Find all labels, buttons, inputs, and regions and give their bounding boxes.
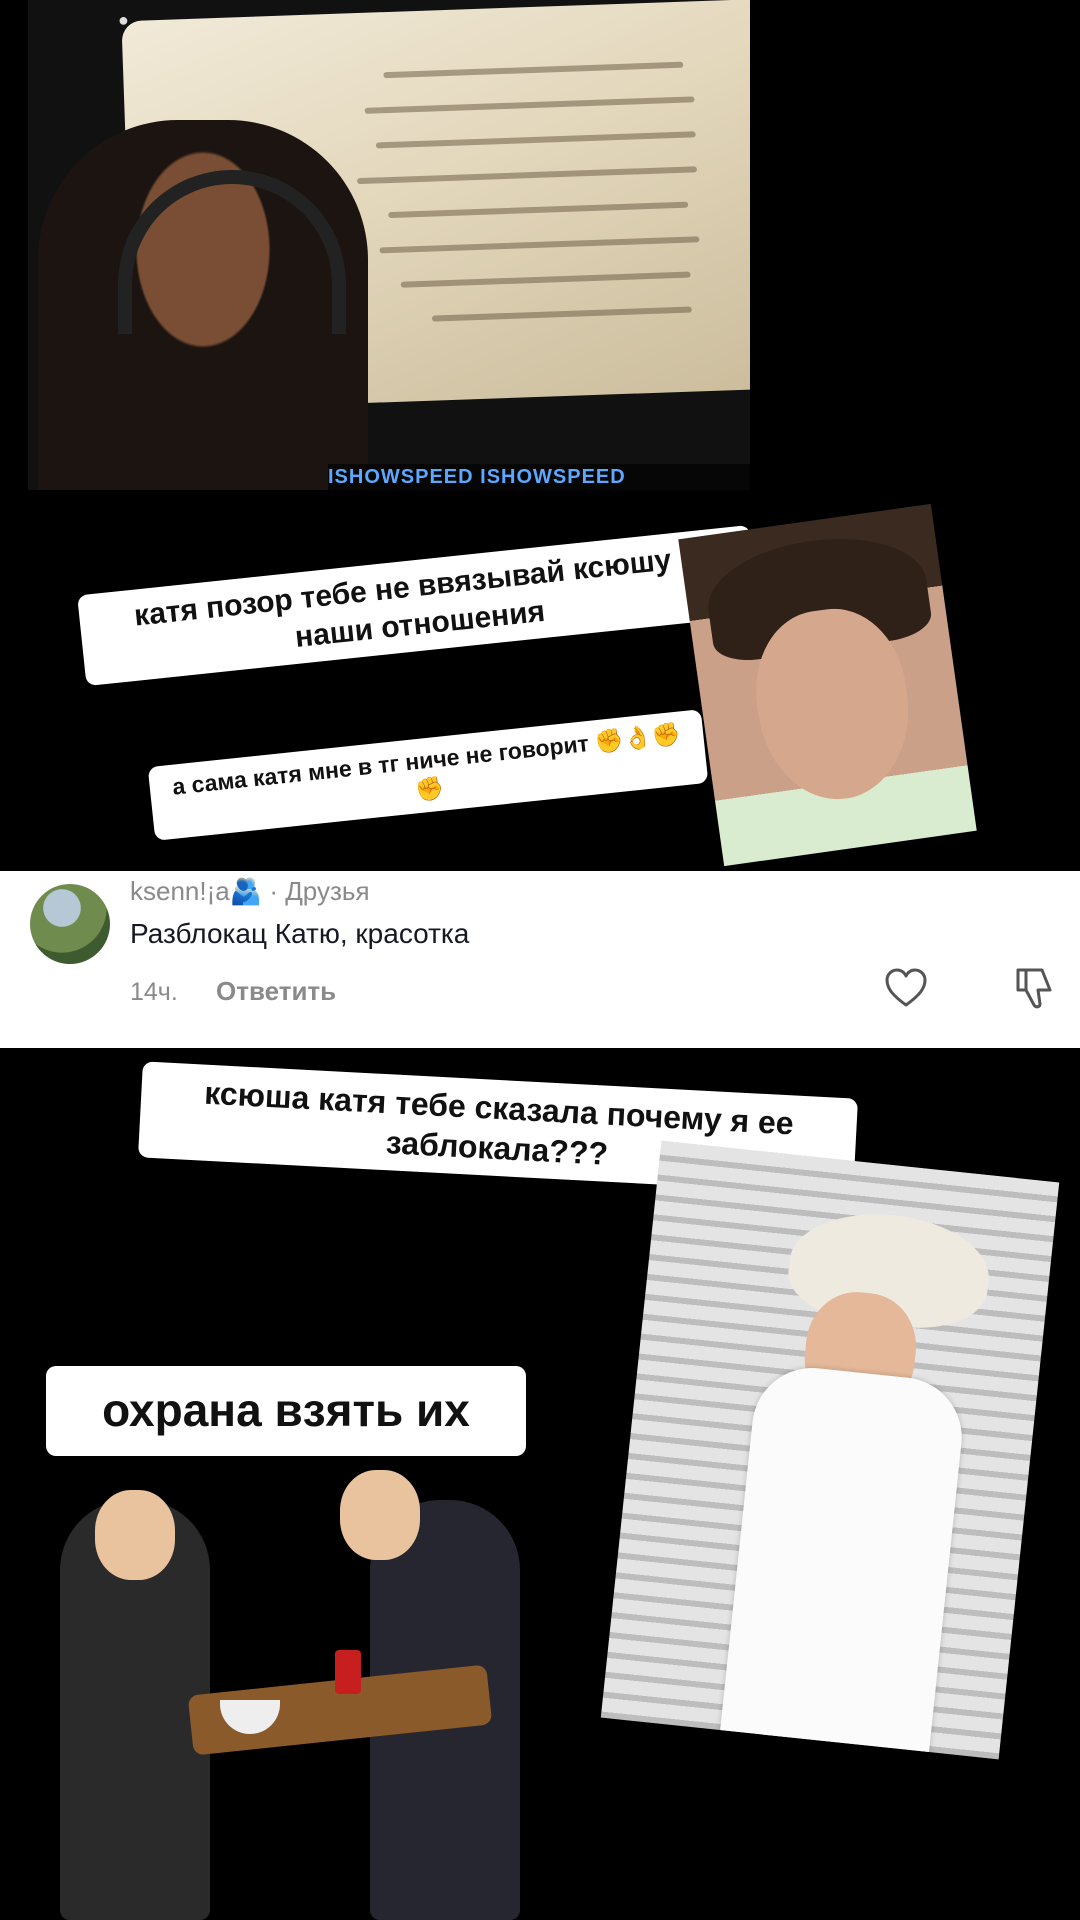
video-thumbnail: ● ISHOWSPEED ISHOWSPEED [28,0,750,490]
cowboy-photo [600,1140,1060,1760]
video-top-bar: ● [118,10,750,40]
watermark: ISHOWSPEED ISHOWSPEED [328,464,750,490]
caption-bubble-1: катя позор тебе не ввязывай ксюшу в наши… [77,524,759,687]
heart-icon[interactable] [884,968,928,1008]
comment-text: Разблокац Катю, красотка [130,918,470,949]
caption-bubble-2: а сама катя мне в тг ниче не говорит ✊👌✊… [147,709,709,841]
comment-username[interactable]: ksenn!¡a🫂 · Друзья [130,876,370,907]
avatar[interactable] [30,884,110,964]
channel-icon: ● [118,10,129,30]
reply-button[interactable]: Ответить [216,976,336,1007]
comment-timestamp: 14ч. [130,978,178,1006]
people-at-table-photo [40,1460,560,1920]
selfie-photo [678,503,977,867]
dislike-icon[interactable] [1012,966,1056,1010]
caption-bubble-4: охрана взять их [46,1366,526,1456]
